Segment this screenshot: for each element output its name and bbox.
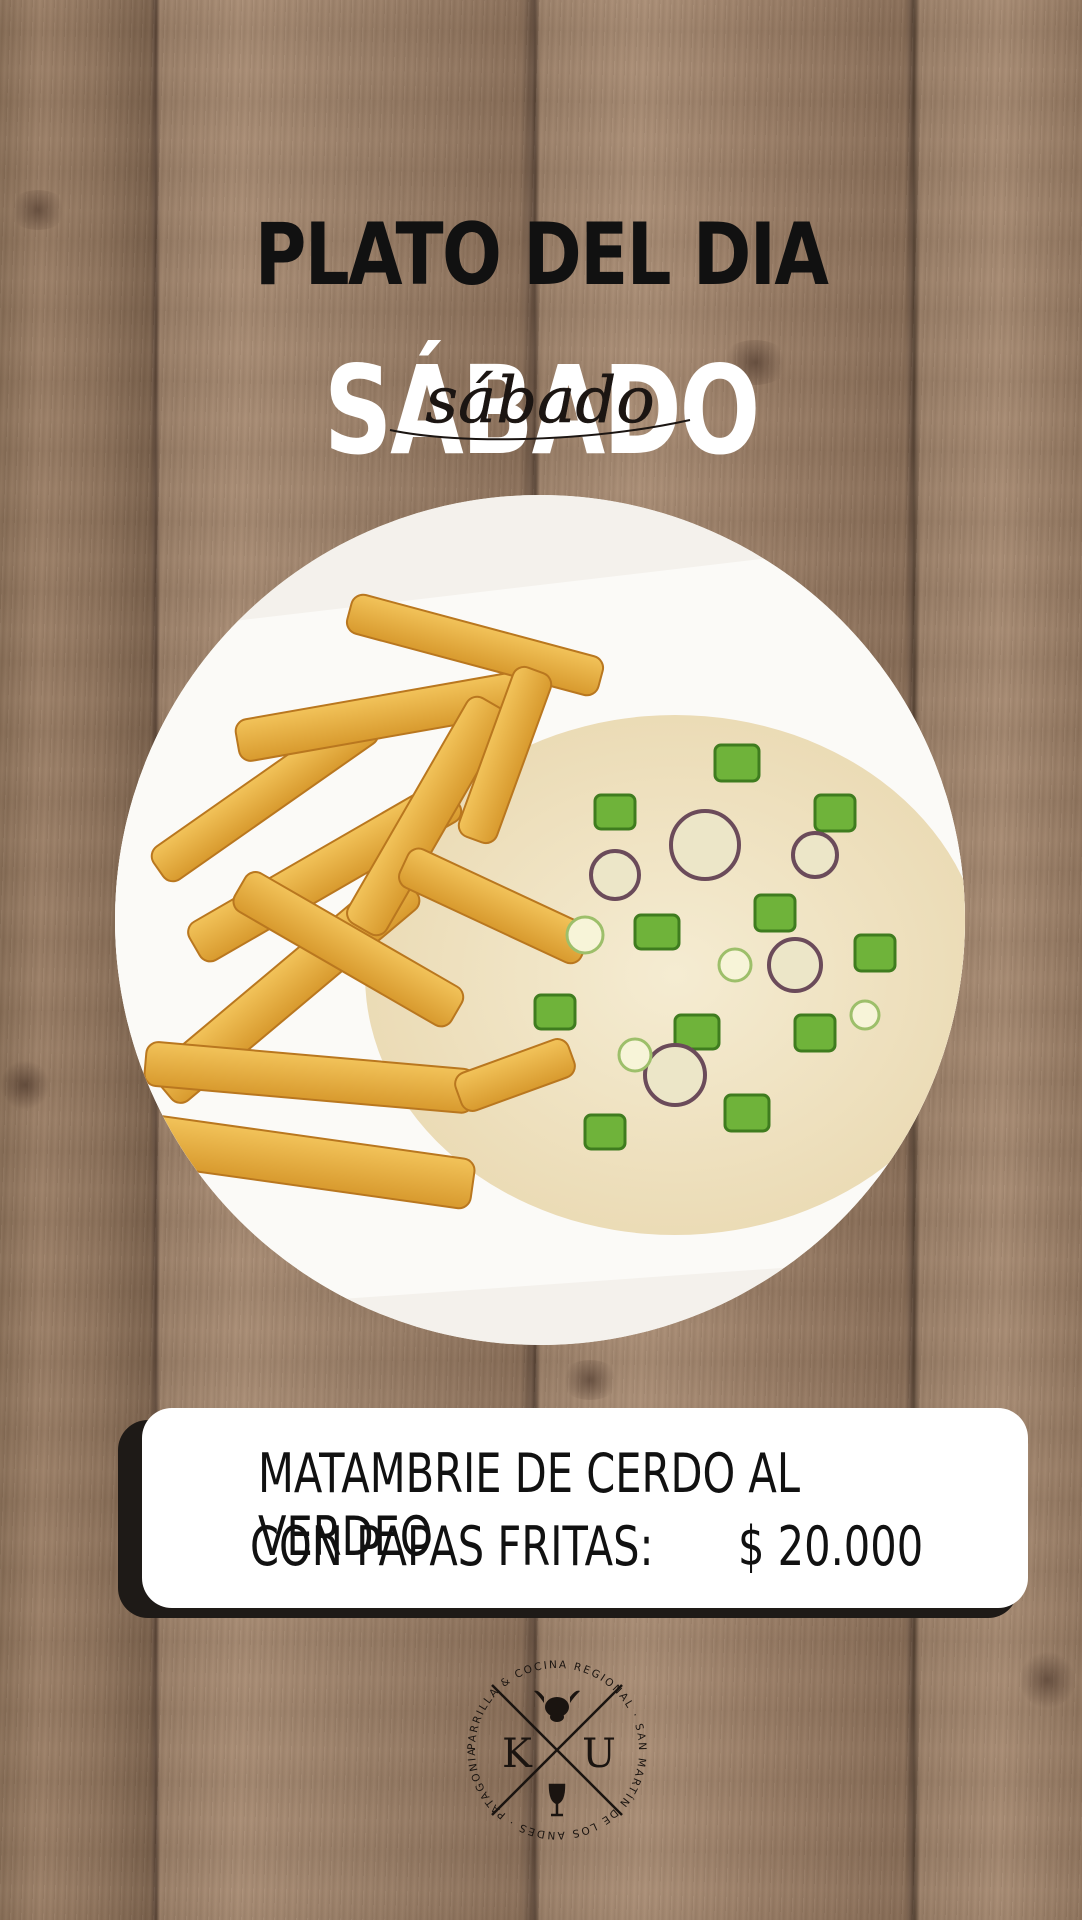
day-script-text: sábado xyxy=(425,364,655,438)
dish-photo xyxy=(115,495,965,1345)
dish-illustration xyxy=(115,495,965,1345)
logo-letter-right: U xyxy=(582,1731,616,1777)
wood-knot xyxy=(1020,1650,1075,1710)
logo-letter-left: K xyxy=(502,1731,533,1777)
wood-knot xyxy=(8,190,68,230)
bull-head-icon xyxy=(534,1690,580,1722)
dish-name-line2: CON PAPAS FRITAS: xyxy=(250,1515,654,1578)
dish-price: $ 20.000 xyxy=(738,1515,924,1578)
restaurant-logo: PARRILLA & COCINA REGIONAL · SAN MARTÍN … xyxy=(452,1645,646,1841)
wood-knot xyxy=(0,1060,50,1110)
day-script-overlay: sábado xyxy=(389,364,691,441)
wine-glass-icon xyxy=(548,1783,566,1817)
page-title: PLATO DEL DIA xyxy=(254,205,829,305)
wood-knot xyxy=(560,1360,620,1400)
